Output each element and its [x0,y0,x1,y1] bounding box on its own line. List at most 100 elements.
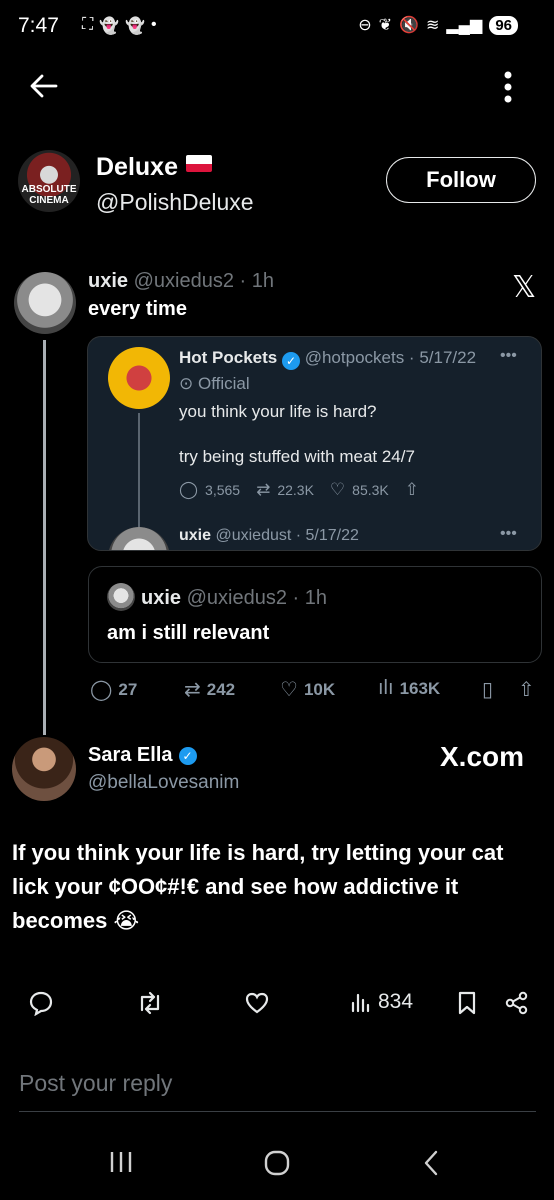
views-count: 834 [378,990,414,1013]
views-icon [351,993,370,1013]
sara-name: Sara Ella [88,744,173,766]
more-vertical-icon [504,71,512,103]
share-button[interactable] [504,990,530,1016]
author-name-row[interactable]: Deluxe [96,153,212,182]
embedded-avatar [14,272,76,334]
official-text: Official [197,374,250,393]
embedded-likes: ♡ 10K [280,677,335,702]
snapchat-icon: 👻 [99,18,120,35]
quoted-thread-line [138,413,140,533]
separator-dot: · [233,270,252,292]
recents-icon [110,1152,132,1172]
next-author-name: uxie [179,527,212,544]
back-nav-button[interactable] [420,1148,442,1183]
reply-time: 1h [304,587,327,609]
avatar-caption: ABSOLUTE CINEMA [21,184,77,206]
chevron-left-icon [424,1150,438,1176]
quoted-retweets-count: 22.3K [277,482,314,498]
quoted-likes: ♡ 85.3K [330,480,389,500]
more-options-button[interactable] [498,70,518,104]
system-icons: ⊖ ❦ 🔇 ≋ ▂▄▆ 96 [358,15,518,35]
retweet-icon: ⇄ [256,480,271,499]
views-icon: ılı [378,677,394,699]
embedded-views: ılı 163K [378,677,440,700]
official-check-icon: ⊙ [179,374,198,393]
quoted-tweet-card: Hot Pockets ✓ @hotpockets · 5/17/22 ••• … [87,336,542,551]
author-avatar[interactable]: ABSOLUTE CINEMA [18,150,80,212]
back-button[interactable] [28,70,60,102]
quoted-stats: ◯ 3,565 ⇄ 22.3K ♡ 85.3K ⇧ [179,480,426,500]
more-horizontal-icon: ••• [500,347,517,364]
reply-button[interactable] [28,990,54,1016]
dot-icon: • [151,16,157,33]
author-name[interactable]: Deluxe [96,153,178,181]
retweet-icon: ⇄ [184,679,201,701]
separator-dot: · [286,587,305,609]
share-icon [505,991,528,1015]
embedded-author-name: uxie [88,270,129,292]
next-author-avatar [108,527,170,550]
reply-input[interactable]: Post your reply [19,1070,536,1112]
hotpockets-avatar [108,347,170,409]
reply-avatar [107,583,135,611]
quoted-text-line2: try being stuffed with meat 24/7 [179,447,415,466]
more-horizontal-icon: ••• [500,525,517,542]
tweet-action-bar: 834 [0,990,554,1030]
quoted-retweets: ⇄ 22.3K [256,480,314,500]
embedded-author-line: uxie @uxiedus2 · 1h [88,270,274,293]
embedded-likes-count: 10K [303,679,336,699]
dnd-icon: ⊖ [358,17,372,34]
x-logo-icon: 𝕏 [512,270,537,305]
author-handle[interactable]: @PolishDeluxe [96,189,254,216]
embedded-views-count: 163K [399,678,441,698]
quoted-author-handle: @hotpockets [304,348,405,367]
embedded-retweets: ⇄ 242 [184,677,235,702]
wifi-icon: ≋ [425,17,440,34]
share-icon: ⇧ [518,679,535,701]
sara-avatar [12,737,76,801]
sara-name-row: Sara Ella ✓ [88,744,197,767]
recents-button[interactable] [108,1148,134,1181]
like-button[interactable] [244,990,270,1016]
comment-icon: ◯ [179,480,199,499]
heart-icon: ♡ [280,679,298,701]
leaf-icon: ❦ [378,17,393,34]
battery-icon: 96 [489,15,518,35]
home-icon [264,1150,290,1176]
embedded-share: ⇧ [518,677,535,702]
bookmark-button[interactable] [456,990,478,1016]
arrow-left-icon [30,74,58,98]
comment-icon: ◯ [90,679,113,701]
notification-icons: ⛶ 👻 👻 • [82,16,157,36]
status-bar: 7:47 ⛶ 👻 👻 • ⊖ ❦ 🔇 ≋ ▂▄▆ 96 [0,0,554,54]
quoted-likes-count: 85.3K [352,482,389,498]
next-author-line: uxie @uxiedust · 5/17/22 [179,527,359,545]
follow-button[interactable]: Follow [386,157,536,203]
bookmark-icon: ▯ [482,679,494,701]
separator-dot: · [404,348,420,367]
poland-flag-icon [185,155,212,172]
heart-icon [245,992,269,1014]
embedded-author-handle: @uxiedus2 [133,270,234,292]
home-button[interactable] [262,1148,292,1183]
thread-line [43,340,46,735]
quoted-text-line1: you think your life is hard? [179,402,377,421]
quoted-date: 5/17/22 [419,348,477,367]
reply-author-handle: @uxiedus2 [186,587,287,609]
sara-handle: @bellaLovesanim [88,772,240,793]
reply-text: am i still relevant [107,622,270,644]
quoted-replies: ◯ 3,565 [179,480,240,500]
embedded-text: every time [88,298,187,320]
embedded-time: 1h [251,270,274,292]
reply-author-name: uxie [141,587,182,609]
retweet-icon [140,991,160,1015]
views-button[interactable]: 834 [350,990,413,1014]
sara-text: If you think your life is hard, try lett… [12,840,504,933]
embedded-reply-card: uxie @uxiedus2 · 1h am i still relevant [88,566,542,663]
reply-author-line: uxie @uxiedus2 · 1h [141,587,327,610]
retweet-button[interactable] [136,990,164,1016]
embedded-replies-count: 27 [118,679,138,699]
quoted-author-name: Hot Pockets [179,348,278,367]
quoted-replies-count: 3,565 [205,482,241,498]
bookmark-icon [458,991,476,1015]
